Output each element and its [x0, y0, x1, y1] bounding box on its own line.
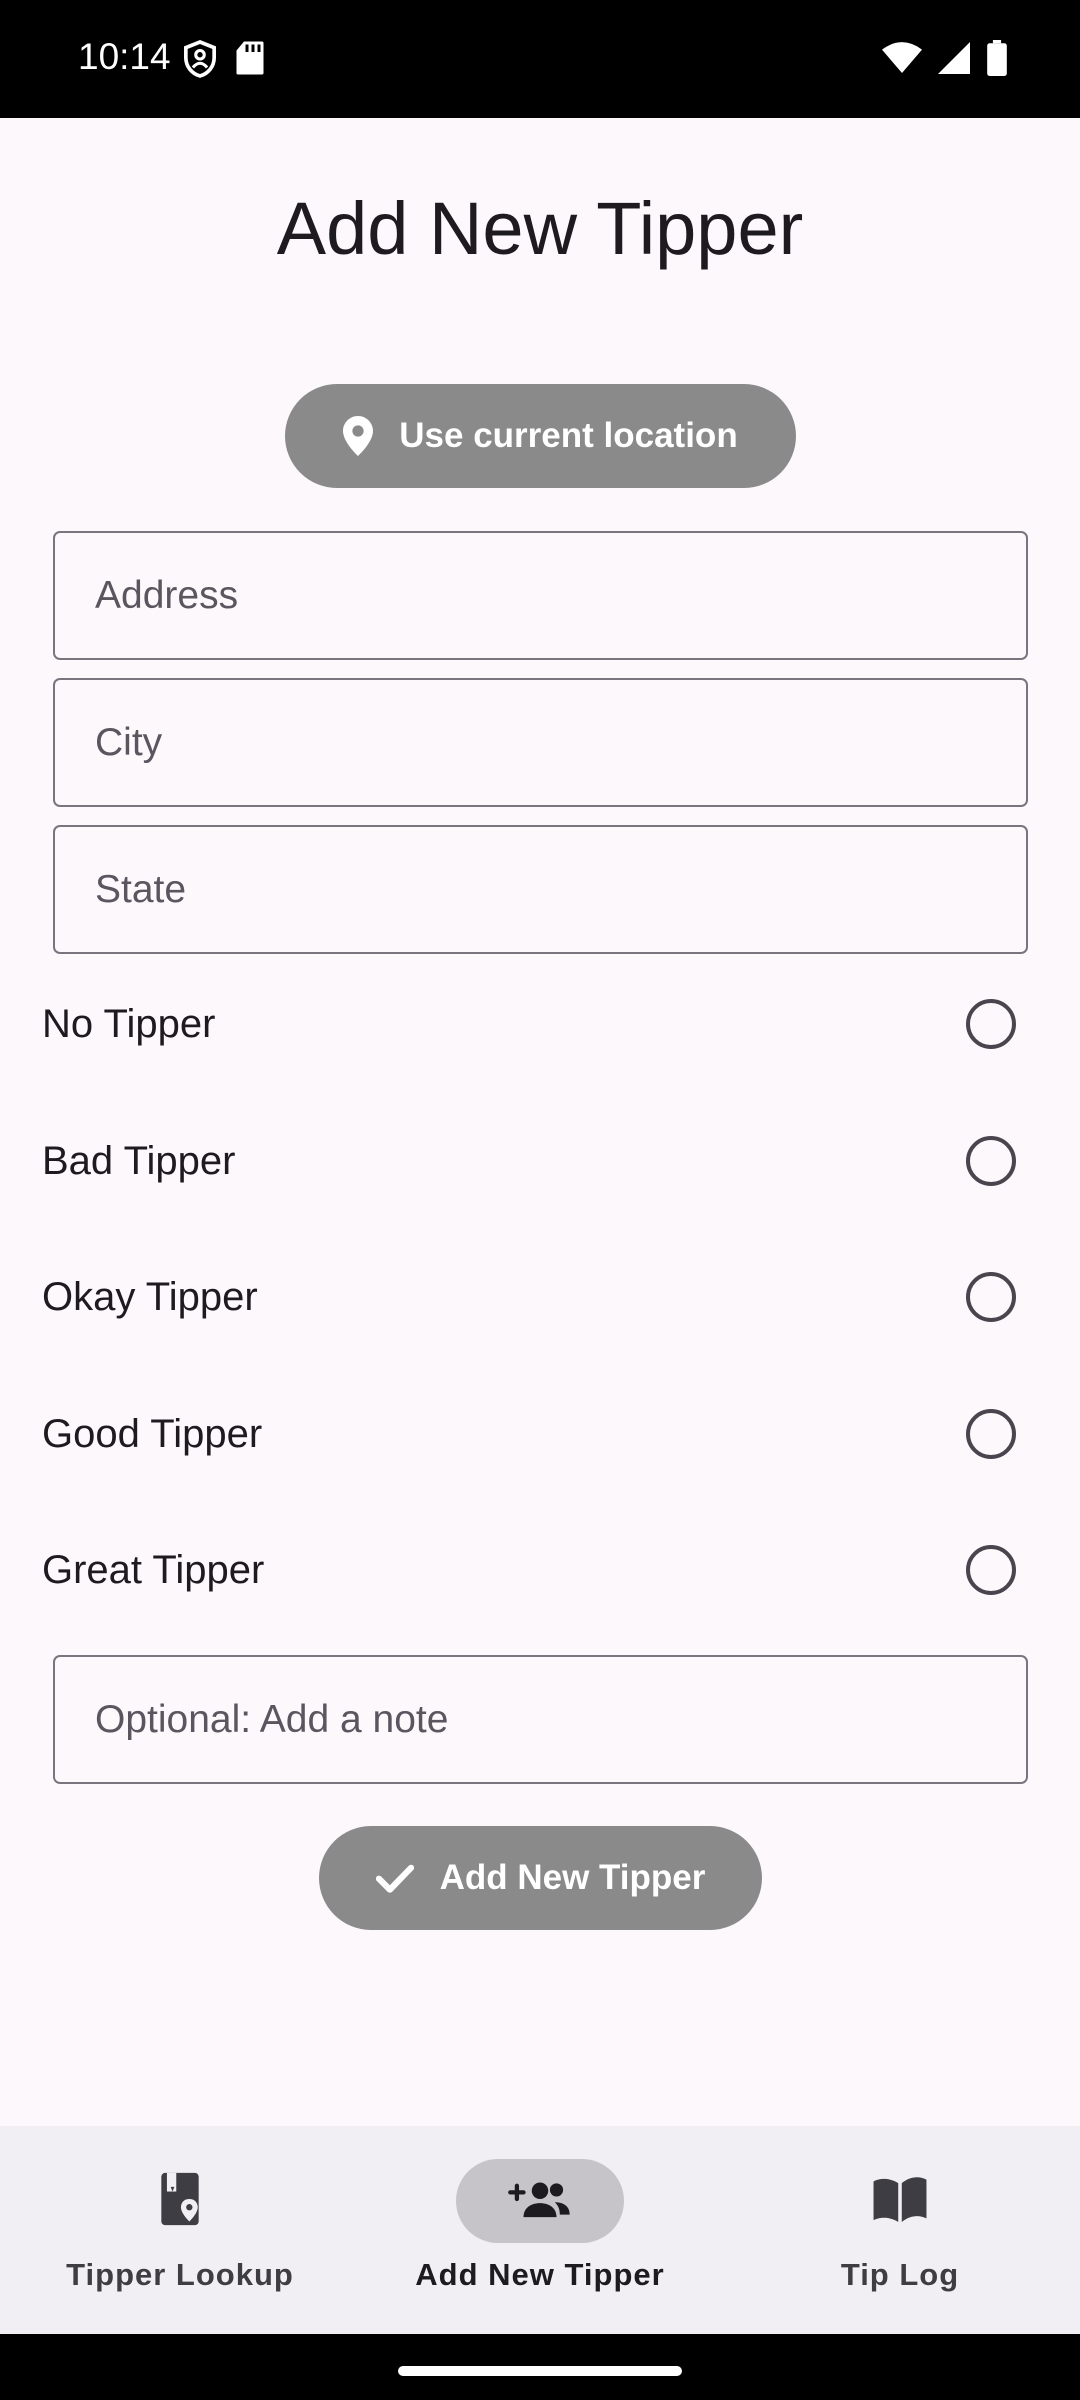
bottom-navigation: Tipper Lookup Add New Tipper Tip Log [0, 2126, 1080, 2334]
nav-label: Tip Log [840, 2257, 960, 2292]
home-gesture-handle[interactable] [398, 2366, 682, 2376]
radio-button[interactable] [966, 999, 1016, 1049]
radio-button[interactable] [966, 1409, 1016, 1459]
nav-item-add-new-tipper[interactable]: Add New Tipper [360, 2126, 720, 2334]
shield-icon [183, 40, 217, 83]
use-current-location-button[interactable]: Use current location [285, 384, 796, 488]
radio-button[interactable] [966, 1545, 1016, 1595]
address-field-container [53, 531, 1028, 660]
map-pin-book-icon [155, 2171, 205, 2232]
rating-label: Okay Tipper [42, 1274, 258, 1319]
rating-label: Bad Tipper [42, 1138, 236, 1183]
nav-label: Tipper Lookup [66, 2257, 294, 2292]
wifi-icon [882, 41, 922, 80]
battery-icon [986, 40, 1008, 81]
check-icon [375, 1863, 414, 1893]
status-time: 10:14 [78, 36, 171, 77]
location-pin-icon [343, 416, 374, 456]
rating-label: Good Tipper [42, 1411, 263, 1456]
use-current-location-label: Use current location [399, 416, 738, 455]
status-bar: 10:14 [0, 0, 1080, 118]
signal-icon [938, 41, 970, 80]
gesture-navigation-bar [0, 2334, 1080, 2400]
open-book-icon [870, 2174, 930, 2229]
add-new-tipper-label: Add New Tipper [439, 1858, 706, 1897]
rating-option-okay-tipper[interactable]: Okay Tipper [0, 1242, 1080, 1352]
rating-option-no-tipper[interactable]: No Tipper [0, 969, 1080, 1079]
page-title: Add New Tipper [276, 187, 804, 270]
rating-option-great-tipper[interactable]: Great Tipper [0, 1515, 1080, 1625]
address-input[interactable] [55, 533, 1026, 658]
add-person-icon [507, 2178, 573, 2225]
city-field-container [53, 678, 1028, 807]
city-input[interactable] [55, 680, 1026, 805]
state-input[interactable] [55, 827, 1026, 952]
rating-option-bad-tipper[interactable]: Bad Tipper [0, 1106, 1080, 1216]
radio-button[interactable] [966, 1136, 1016, 1186]
note-field-container [53, 1655, 1028, 1784]
note-input[interactable] [55, 1657, 1026, 1782]
rating-option-good-tipper[interactable]: Good Tipper [0, 1379, 1080, 1489]
rating-label: No Tipper [42, 1001, 216, 1046]
add-new-tipper-button[interactable]: Add New Tipper [319, 1826, 762, 1930]
state-field-container [53, 825, 1028, 954]
radio-button[interactable] [966, 1272, 1016, 1322]
rating-label: Great Tipper [42, 1547, 265, 1592]
nav-label: Add New Tipper [415, 2257, 665, 2292]
nav-item-tip-log[interactable]: Tip Log [720, 2126, 1080, 2334]
nav-item-tipper-lookup[interactable]: Tipper Lookup [0, 2126, 360, 2334]
sd-card-icon [235, 40, 265, 83]
